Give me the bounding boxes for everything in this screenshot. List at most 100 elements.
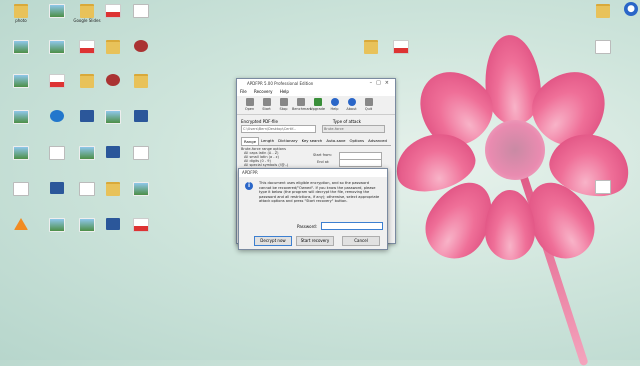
desktop-icon[interactable] bbox=[42, 182, 72, 194]
start-button[interactable]: Start bbox=[258, 96, 275, 114]
doc-icon bbox=[79, 182, 95, 196]
desktop-icon[interactable] bbox=[98, 110, 128, 124]
pic-icon bbox=[49, 4, 65, 18]
desktop-icon[interactable] bbox=[126, 218, 156, 232]
pic-icon bbox=[79, 218, 95, 232]
toolbar: Open Start Stop Benchmark Upgrade Help A… bbox=[237, 96, 395, 115]
desktop-icon[interactable] bbox=[588, 40, 618, 54]
tab-advanced[interactable]: Advanced bbox=[366, 137, 389, 145]
desktop-icon[interactable] bbox=[6, 40, 36, 54]
tab-dictionary[interactable]: Dictionary bbox=[276, 137, 299, 145]
about-icon bbox=[347, 98, 356, 106]
attack-type-label: Type of attack bbox=[332, 119, 361, 124]
desktop-icon[interactable] bbox=[126, 40, 156, 52]
desktop-icon[interactable] bbox=[126, 4, 156, 18]
quit-button[interactable]: Quit bbox=[360, 96, 377, 114]
menu-bar: File Recovery Help bbox=[237, 88, 395, 96]
doc-icon bbox=[595, 180, 611, 194]
desktop-icon[interactable] bbox=[6, 110, 36, 124]
desktop-icon[interactable] bbox=[98, 182, 128, 196]
desktop-icon[interactable] bbox=[42, 110, 72, 122]
stop-button[interactable]: Stop bbox=[275, 96, 292, 114]
start-icon bbox=[262, 98, 271, 106]
desktop-icon[interactable] bbox=[126, 182, 156, 196]
desktop-icon[interactable] bbox=[6, 74, 36, 88]
desktop-icon[interactable] bbox=[42, 218, 72, 232]
doc-icon bbox=[133, 4, 149, 18]
password-input[interactable] bbox=[321, 222, 383, 230]
tab-options[interactable]: Options bbox=[348, 137, 367, 145]
encrypted-file-label: Encrypted PDF-file bbox=[241, 119, 278, 124]
desktop-icon[interactable] bbox=[6, 218, 36, 230]
desktop-icon[interactable] bbox=[42, 4, 72, 18]
password-label: Password: bbox=[297, 224, 318, 229]
pic-icon bbox=[133, 182, 149, 196]
menu-file[interactable]: File bbox=[240, 89, 247, 94]
help-icon bbox=[330, 98, 339, 106]
doc-icon bbox=[133, 146, 149, 160]
desktop-icon[interactable] bbox=[386, 40, 416, 54]
tab-length[interactable]: Length bbox=[259, 137, 276, 145]
desktop-icon[interactable] bbox=[126, 110, 156, 122]
pdf-icon bbox=[79, 40, 95, 54]
start-recovery-button[interactable]: Start recovery bbox=[296, 236, 334, 246]
desktop-icon[interactable] bbox=[98, 74, 128, 86]
decrypt-now-button[interactable]: Decrypt now bbox=[254, 236, 292, 246]
folder-icon bbox=[80, 4, 94, 18]
about-button[interactable]: About bbox=[343, 96, 360, 114]
desktop-icon[interactable] bbox=[6, 146, 36, 160]
pic-icon bbox=[13, 74, 29, 88]
file-path-input[interactable]: C:\Users\Bern\Desktop\Certif... bbox=[241, 125, 316, 133]
benchmark-button[interactable]: Benchmark bbox=[292, 96, 312, 114]
desktop-icon[interactable] bbox=[6, 182, 36, 196]
desktop-icon[interactable] bbox=[98, 146, 128, 158]
help-button[interactable]: Help bbox=[326, 96, 343, 114]
desktop-icon[interactable] bbox=[98, 218, 128, 230]
open-button[interactable]: Open bbox=[241, 96, 258, 114]
cancel-button[interactable]: Cancel bbox=[342, 236, 380, 246]
folder-icon bbox=[80, 74, 94, 88]
start-from-label: Start from: bbox=[313, 153, 332, 157]
desktop-icon[interactable] bbox=[42, 74, 72, 88]
pic-icon bbox=[105, 110, 121, 124]
menu-help[interactable]: Help bbox=[280, 89, 289, 94]
desktop-icon[interactable] bbox=[588, 4, 618, 18]
tab-auto-save[interactable]: Auto-save bbox=[324, 137, 347, 145]
menu-recovery[interactable]: Recovery bbox=[254, 89, 273, 94]
desktop-icon[interactable] bbox=[42, 40, 72, 54]
desktop-icon[interactable] bbox=[42, 146, 72, 160]
pdf-icon bbox=[49, 74, 65, 88]
folder-icon bbox=[106, 182, 120, 196]
doc-icon bbox=[13, 182, 29, 196]
vlc-icon bbox=[14, 218, 28, 230]
stop-icon bbox=[279, 98, 288, 106]
window-title: APDFPR 5.00 Professional Edition bbox=[247, 81, 314, 86]
word-icon bbox=[50, 182, 64, 194]
open-icon bbox=[245, 98, 254, 106]
desktop-icon[interactable] bbox=[98, 40, 128, 54]
desktop-icon[interactable] bbox=[126, 74, 156, 88]
desktop-icon[interactable] bbox=[98, 4, 128, 18]
profile-icon[interactable]: ● bbox=[624, 2, 638, 16]
pdf-icon bbox=[133, 218, 149, 232]
pic-icon bbox=[79, 146, 95, 160]
tab-range[interactable]: Range bbox=[241, 137, 260, 145]
desktop-icon[interactable] bbox=[588, 180, 618, 194]
desktop-icon[interactable] bbox=[356, 40, 386, 54]
window-titlebar: APDFPR 5.00 Professional Edition –□× bbox=[237, 79, 395, 88]
end-at-input[interactable] bbox=[339, 159, 382, 167]
pic-icon bbox=[49, 218, 65, 232]
wifi-icon bbox=[50, 110, 64, 122]
folder-icon bbox=[134, 74, 148, 88]
info-icon: i bbox=[245, 182, 253, 190]
pic-icon bbox=[13, 40, 29, 54]
doc-icon bbox=[49, 146, 65, 160]
desktop-icon[interactable] bbox=[126, 146, 156, 160]
desktop-icon-label: photo bbox=[15, 18, 27, 23]
window-controls[interactable]: –□× bbox=[370, 79, 393, 88]
tab-key-search[interactable]: Key search bbox=[300, 137, 325, 145]
upgrade-button[interactable]: Upgrade bbox=[309, 96, 326, 114]
app-icon bbox=[106, 74, 120, 86]
attack-type-select[interactable]: Brute-force bbox=[322, 125, 385, 133]
desktop-icon[interactable]: photo bbox=[6, 4, 36, 23]
